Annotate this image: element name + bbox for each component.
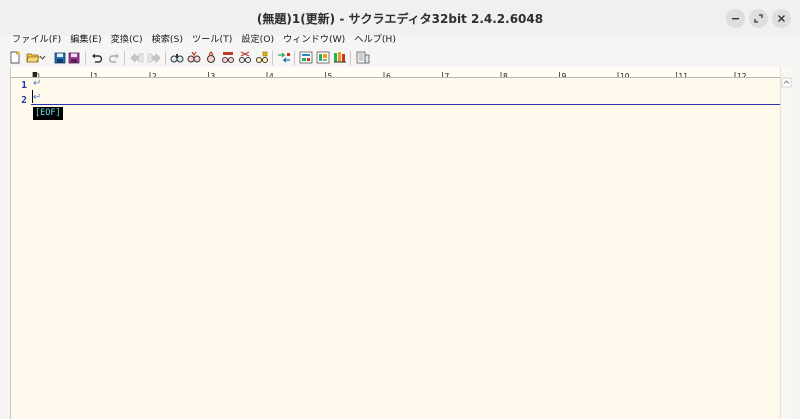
jump-icon[interactable] [276, 50, 291, 65]
save-all-icon[interactable] [67, 50, 82, 65]
window-list-icon[interactable] [355, 50, 370, 65]
minimize-button[interactable] [726, 9, 745, 28]
menu-window[interactable]: ウィンドウ(W) [283, 32, 345, 47]
ruler-label: 12 [737, 72, 747, 78]
ruler-label: 1 [94, 72, 99, 78]
eof-marker: [EOF] [33, 107, 63, 120]
ruler-label: 9 [562, 72, 567, 78]
ruler-ticks: 0 1 2 3 4 5 6 7 8 9 10 11 12 [32, 72, 747, 78]
redo-icon[interactable] [106, 50, 121, 65]
search-prev-icon[interactable] [203, 50, 218, 65]
ruler-label: 11 [679, 72, 689, 78]
toolbar-separator [350, 51, 351, 65]
line-number-gutter: 1 2 [11, 78, 31, 419]
toolbar-separator [272, 51, 273, 65]
ruler-label: 3 [211, 72, 216, 78]
forward-icon[interactable] [146, 50, 161, 65]
minimize-icon [732, 18, 739, 20]
cursor-line-underline [31, 104, 781, 105]
tag-icon[interactable] [315, 50, 330, 65]
scroll-up-icon[interactable] [781, 77, 792, 88]
ruler-label: 5 [328, 72, 333, 78]
line-number: 1 [21, 80, 27, 91]
menu-settings[interactable]: 設定(O) [241, 32, 274, 47]
new-file-icon[interactable] [7, 50, 22, 65]
editor-window: (無題)1(更新) - サクラエディタ32bit 2.4.2.6048 ファイル… [0, 0, 800, 419]
maximize-button[interactable] [749, 9, 768, 28]
line-number: 2 [21, 95, 27, 106]
toolbar-separator [294, 51, 295, 65]
close-icon [778, 15, 785, 22]
search-next-icon[interactable] [186, 50, 201, 65]
menu-file[interactable]: ファイル(F) [12, 32, 61, 47]
save-icon[interactable] [52, 50, 67, 65]
search-icon[interactable] [169, 50, 184, 65]
settings-icon[interactable] [332, 50, 347, 65]
ruler-label: 2 [152, 72, 157, 78]
outline-icon[interactable] [298, 50, 313, 65]
toolbar-separator [124, 51, 125, 65]
toolbar-separator [85, 51, 86, 65]
ruler-label: 4 [269, 72, 274, 78]
close-button[interactable] [772, 9, 791, 28]
ruler-label: 7 [445, 72, 450, 78]
ruler-label: 6 [386, 72, 391, 78]
title-bar[interactable]: (無題)1(更新) - サクラエディタ32bit 2.4.2.6048 [0, 0, 800, 36]
vertical-scrollbar[interactable] [780, 67, 792, 419]
dropdown-arrow-icon[interactable] [38, 50, 47, 65]
toolbar [0, 48, 800, 68]
undo-icon[interactable] [89, 50, 104, 65]
column-ruler: 0 1 2 3 4 5 6 7 8 9 10 11 12 [11, 67, 781, 78]
menu-edit[interactable]: 編集(E) [70, 32, 101, 47]
ruler-label: 8 [503, 72, 508, 78]
window-title: (無題)1(更新) - サクラエディタ32bit 2.4.2.6048 [256, 12, 544, 26]
toolbar-separator [165, 51, 166, 65]
menu-search[interactable]: 検索(S) [152, 32, 183, 47]
newline-marker: ↵ [33, 78, 42, 89]
grep-icon[interactable] [237, 50, 252, 65]
maximize-icon [754, 14, 763, 23]
ruler-label: 10 [620, 72, 630, 78]
replace-icon[interactable] [220, 50, 235, 65]
menu-convert[interactable]: 変換(C) [111, 32, 143, 47]
text-caret [32, 90, 33, 103]
newline-marker: ↵ [33, 92, 42, 103]
bookmark-icon[interactable] [254, 50, 269, 65]
menu-bar: ファイル(F) 編集(E) 変換(C) 検索(S) ツール(T) 設定(O) ウ… [0, 32, 800, 47]
menu-tools[interactable]: ツール(T) [192, 32, 232, 47]
menu-help[interactable]: ヘルプ(H) [354, 32, 396, 47]
text-editor[interactable]: 0 1 2 3 4 5 6 7 8 9 10 11 12 1 2 ↵ ↵ [EOF] [10, 67, 792, 419]
back-icon[interactable] [129, 50, 144, 65]
